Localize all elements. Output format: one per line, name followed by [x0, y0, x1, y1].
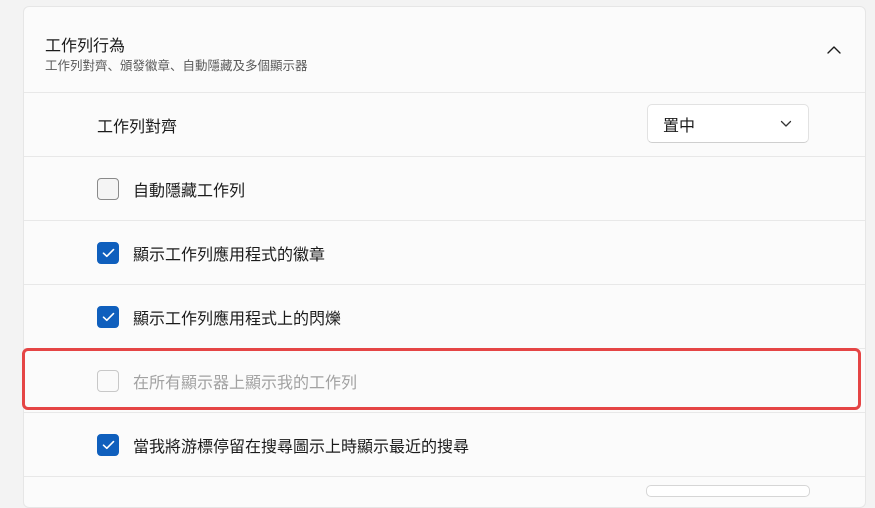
taskbar-alignment-label: 工作列對齊 [97, 116, 178, 136]
dropdown-selected-value: 置中 [663, 115, 696, 135]
show-on-all-displays-checkbox[interactable]: 在所有顯示器上顯示我的工作列 [97, 369, 357, 393]
taskbar-alignment-row: 工作列對齊 置中 [24, 93, 865, 157]
checkmark-icon [102, 440, 114, 449]
chevron-down-icon [780, 120, 792, 127]
option-row-flashing: 顯示工作列應用程式上的閃爍 [24, 285, 865, 349]
auto-hide-checkbox[interactable]: 自動隱藏工作列 [97, 177, 245, 201]
checkmark-icon [102, 248, 114, 257]
checkbox-box[interactable] [97, 305, 119, 328]
option-row-all-displays: 在所有顯示器上顯示我的工作列 [24, 349, 865, 413]
option-row-badges: 顯示工作列應用程式的徽章 [24, 221, 865, 285]
collapse-button[interactable] [821, 39, 847, 59]
option-row-recent-searches: 當我將游標停留在搜尋圖示上時顯示最近的搜尋 [24, 413, 865, 477]
option-row-auto-hide: 自動隱藏工作列 [24, 157, 865, 221]
taskbar-behaviors-panel: 工作列行為 工作列對齊、頒發徽章、自動隱藏及多個顯示器 工作列對齊 置中 自動隱… [23, 6, 866, 508]
section-header[interactable]: 工作列行為 工作列對齊、頒發徽章、自動隱藏及多個顯示器 [24, 7, 865, 93]
section-title: 工作列行為 [45, 36, 126, 55]
checkbox-label: 顯示工作列應用程式的徽章 [133, 244, 326, 264]
section-subtitle: 工作列對齊、頒發徽章、自動隱藏及多個顯示器 [45, 58, 308, 73]
partial-dropdown[interactable] [646, 485, 810, 497]
checkbox-box[interactable] [97, 177, 119, 200]
checkbox-label: 在所有顯示器上顯示我的工作列 [133, 372, 358, 392]
checkbox-box[interactable] [97, 433, 119, 456]
checkbox-box[interactable] [97, 241, 119, 264]
checkbox-label: 自動隱藏工作列 [133, 180, 246, 200]
checkbox-label: 顯示工作列應用程式上的閃爍 [133, 308, 342, 328]
checkbox-box[interactable] [97, 369, 119, 392]
recent-searches-checkbox[interactable]: 當我將游標停留在搜尋圖示上時顯示最近的搜尋 [97, 433, 469, 457]
checkmark-icon [102, 312, 114, 321]
checkbox-label: 當我將游標停留在搜尋圖示上時顯示最近的搜尋 [133, 436, 470, 456]
show-flashing-checkbox[interactable]: 顯示工作列應用程式上的閃爍 [97, 305, 341, 329]
taskbar-alignment-dropdown[interactable]: 置中 [647, 104, 809, 143]
show-badges-checkbox[interactable]: 顯示工作列應用程式的徽章 [97, 241, 325, 265]
chevron-up-icon [827, 45, 841, 54]
